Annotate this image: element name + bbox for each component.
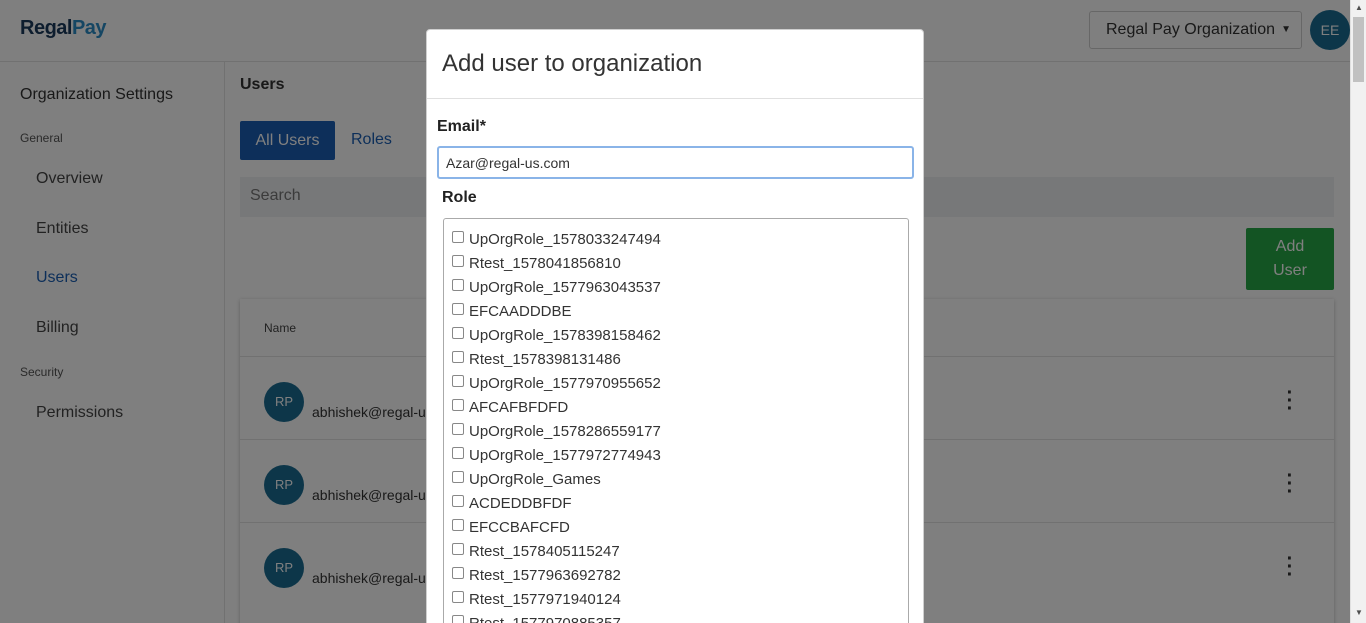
role-option[interactable]: AFCAFBFDFD [444,395,908,419]
role-option[interactable]: UpOrgRole_1577963043537 [444,275,908,299]
role-option-label: EFCCBAFCFD [469,518,570,536]
role-checkbox[interactable] [452,543,464,555]
role-option-label: Rtest_1578041856810 [469,254,621,272]
modal-title: Add user to organization [442,50,703,77]
role-checkbox[interactable] [452,399,464,411]
role-checkbox[interactable] [452,375,464,387]
role-option[interactable]: UpOrgRole_1578398158462 [444,323,908,347]
role-option[interactable]: UpOrgRole_1577972774943 [444,443,908,467]
role-checkbox[interactable] [452,351,464,363]
role-label: Role [442,189,477,206]
role-checkbox[interactable] [452,615,464,623]
role-option[interactable]: UpOrgRole_Games [444,467,908,491]
scroll-up-arrow-icon[interactable]: ▲ [1355,3,1363,12]
role-option[interactable]: UpOrgRole_1578286559177 [444,419,908,443]
role-checkbox[interactable] [452,303,464,315]
scrollbar-thumb[interactable] [1353,17,1364,82]
role-option-label: ACDEDDBFDF [469,494,572,512]
role-checkbox[interactable] [452,255,464,267]
modal-divider [427,98,923,99]
role-option[interactable]: Rtest_1578041856810 [444,251,908,275]
role-option-label: UpOrgRole_1577963043537 [469,278,661,296]
role-option[interactable]: ACDEDDBFDF [444,491,908,515]
role-checkbox[interactable] [452,591,464,603]
role-option-label: UpOrgRole_1577970955652 [469,374,661,392]
role-option-label: Rtest_1578405115247 [469,542,620,560]
role-option-label: UpOrgRole_1577972774943 [469,446,661,464]
role-checkbox[interactable] [452,495,464,507]
page-scrollbar[interactable]: ▲ ▼ [1350,0,1366,623]
role-option-label: UpOrgRole_Games [469,470,601,488]
role-option-label: UpOrgRole_1578398158462 [469,326,661,344]
role-option[interactable]: Rtest_1577971940124 [444,587,908,611]
role-option[interactable]: UpOrgRole_1578033247494 [444,227,908,251]
email-field[interactable] [437,146,914,179]
role-checkbox[interactable] [452,423,464,435]
role-checkbox[interactable] [452,567,464,579]
role-option[interactable]: Rtest_1578405115247 [444,539,908,563]
role-checkbox[interactable] [452,447,464,459]
role-option-label: AFCAFBFDFD [469,398,569,416]
role-option-label: Rtest_1577971940124 [469,590,621,608]
role-option-label: Rtest_1577963692782 [469,566,621,584]
role-option-label: UpOrgRole_1578286559177 [469,422,661,440]
role-option[interactable]: EFCAADDDBE [444,299,908,323]
scroll-down-arrow-icon[interactable]: ▼ [1355,608,1363,617]
role-option-label: UpOrgRole_1578033247494 [469,230,661,248]
role-option-label: Rtest_1578398131486 [469,350,621,368]
role-option-label: EFCAADDDBE [469,302,572,320]
add-user-modal: Add user to organization Email* Role UpO… [426,29,924,623]
role-checkbox[interactable] [452,327,464,339]
role-list[interactable]: UpOrgRole_1578033247494 Rtest_15780418568… [443,218,909,623]
email-label: Email* [437,118,486,135]
role-option[interactable]: Rtest_1577970885357 [444,611,908,623]
role-option[interactable]: Rtest_1577963692782 [444,563,908,587]
role-checkbox[interactable] [452,279,464,291]
role-option[interactable]: Rtest_1578398131486 [444,347,908,371]
role-checkbox[interactable] [452,471,464,483]
role-checkbox[interactable] [452,519,464,531]
role-option[interactable]: UpOrgRole_1577970955652 [444,371,908,395]
role-checkbox[interactable] [452,231,464,243]
role-option-label: Rtest_1577970885357 [469,614,621,623]
role-option[interactable]: EFCCBAFCFD [444,515,908,539]
